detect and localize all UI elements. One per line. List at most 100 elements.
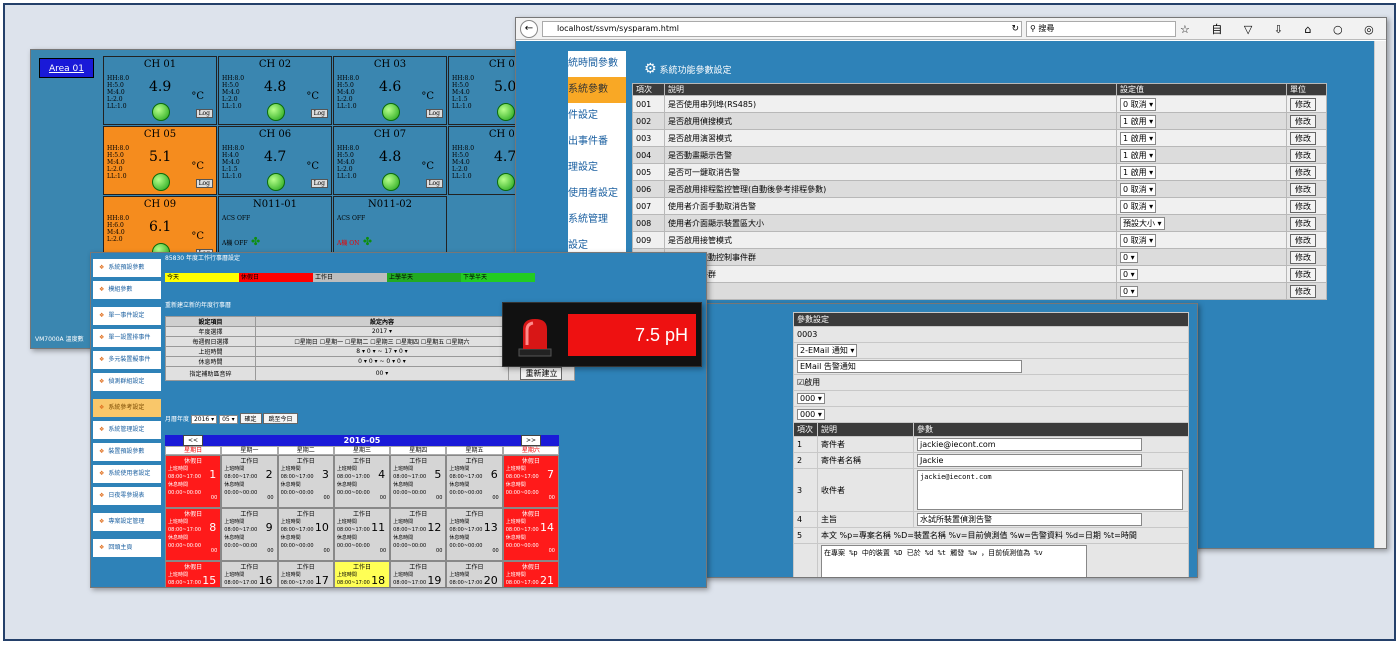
notify-mode-select[interactable]: 2-EMail 通知 ▾ — [797, 344, 858, 357]
setting-select[interactable]: 1 啟用 ▾ — [1120, 165, 1157, 179]
log-button[interactable]: Log — [310, 109, 328, 118]
year-select[interactable]: 2016 ▾ — [190, 415, 218, 424]
confirm-button[interactable]: 確定 — [239, 413, 262, 424]
nav-item[interactable]: ❖ 系統預設參數 — [93, 259, 161, 277]
edit-button[interactable]: 修改 — [1290, 148, 1316, 162]
nav-item[interactable]: ❖ 單一事件設定 — [93, 307, 161, 325]
setting-select[interactable]: 0 取消 ▾ — [1120, 182, 1157, 196]
calendar-day[interactable]: 工作日 9 上班時間 08:00~17:00 休息時間 00:00~00:00 00 — [221, 508, 278, 561]
calendar-day[interactable]: 工作日 11 上班時間 08:00~17:00 休息時間 00:00~00:00 00 — [333, 508, 391, 561]
settings-value[interactable]: 2017 ▾ — [255, 326, 509, 337]
body-textarea[interactable]: 在專案 %p 中的裝置 %D 已於 %d %t 觸發 %w ，目前偵測值為 %v — [821, 545, 1087, 577]
calendar-day[interactable]: 工作日17上班時間08:00~17:00休息時間00:00~00:0000 — [277, 561, 334, 587]
search-input[interactable]: ⚲ 搜尋 — [1026, 21, 1176, 37]
calendar-day[interactable]: 工作日 10 上班時間 08:00~17:00 休息時間 00:00~00:00 00 — [277, 508, 334, 561]
edit-button[interactable]: 修改 — [1290, 131, 1316, 145]
edit-button[interactable]: 修改 — [1290, 267, 1316, 281]
calendar-day[interactable]: 工作日18上班時間08:00~17:00休息時間00:00~00:0000 — [333, 561, 391, 587]
log-button[interactable]: Log — [195, 109, 213, 118]
calendar-day[interactable]: 休假日 14 上班時間 08:00~17:00 休息時間 00:00~00:00 00 — [502, 508, 559, 561]
edit-button[interactable]: 修改 — [1290, 182, 1316, 196]
status-led-icon — [382, 103, 400, 121]
toolbar-icons[interactable]: ☆ 自 ▽ ⇩ ⌂ ○ ◎ ≡ — [1180, 21, 1386, 37]
nav-item[interactable]: ❖ 裝置預設參數 — [93, 443, 161, 461]
area-link[interactable]: Area 01 — [39, 58, 94, 78]
nav-item[interactable]: ❖ 系統使用者設定 — [93, 465, 161, 483]
setting-select[interactable]: 0 取消 ▾ — [1120, 233, 1157, 247]
calendar-day[interactable]: 工作日19上班時間08:00~17:00休息時間00:00~00:0000 — [390, 561, 447, 587]
edit-button[interactable]: 修改 — [1290, 165, 1316, 179]
url-bar[interactable]: localhost/ssvm/sysparam.html ↻ — [542, 21, 1022, 37]
nav-item[interactable]: ❖ 多元裝置擬事件 — [93, 351, 161, 369]
value-select-2[interactable]: 000 ▾ — [797, 409, 825, 420]
calendar-day[interactable]: 休假日 1 上班時間 08:00~17:00 休息時間 00:00~00:00 00 — [165, 455, 222, 508]
edit-button[interactable]: 修改 — [1290, 233, 1316, 247]
subject-input[interactable]: 水試所裝置偵測告警 — [917, 513, 1142, 526]
calendar-day[interactable]: 休假日 8 上班時間 08:00~17:00 休息時間 00:00~00:00 00 — [165, 508, 222, 561]
back-button[interactable]: ← — [520, 20, 538, 38]
sidebar-item[interactable]: 出事件番 — [568, 129, 626, 155]
scrollbar[interactable] — [1374, 41, 1386, 548]
nav-item[interactable]: ❖ 系統參考設定 — [93, 399, 161, 417]
reload-icon[interactable]: ↻ — [1011, 22, 1019, 36]
calendar-day[interactable]: 工作日 4 上班時間 08:00~17:00 休息時間 00:00~00:00 00 — [333, 455, 391, 508]
today-button[interactable]: 跳至今日 — [263, 413, 298, 424]
settings-value[interactable]: ☐星期日 ☐星期一 ☐星期二 ☐星期三 ☐星期四 ☐星期五 ☐星期六 — [255, 336, 509, 347]
nav-item[interactable]: ❖ 日夜零參規表 — [93, 487, 161, 505]
edit-button[interactable]: 修改 — [1290, 284, 1316, 298]
sidebar-item[interactable]: 使用者設定 — [568, 181, 626, 207]
nav-item[interactable]: ❖ 模組參數 — [93, 281, 161, 299]
sidebar-item[interactable]: 理設定 — [568, 155, 626, 181]
calendar-day[interactable]: 工作日 12 上班時間 08:00~17:00 休息時間 00:00~00:00 00 — [390, 508, 447, 561]
calendar-day[interactable]: 休假日 7 上班時間 08:00~17:00 休息時間 00:00~00:00 00 — [502, 455, 559, 508]
setting-select[interactable]: 0 取消 ▾ — [1120, 97, 1157, 111]
calendar-day[interactable]: 工作日 2 上班時間 08:00~17:00 休息時間 00:00~00:00 00 — [221, 455, 278, 508]
settings-value[interactable]: 0 ▾ 0 ▾ ~ 0 ▾ 0 ▾ — [255, 356, 509, 367]
calendar-day[interactable]: 休假日15上班時間08:00~17:00休息時間00:00~00:0000 — [165, 561, 222, 587]
calendar-day[interactable]: 工作日16上班時間08:00~17:00休息時間00:00~00:0000 — [221, 561, 278, 587]
sidebar-item[interactable]: 件設定 — [568, 103, 626, 129]
nav-item[interactable]: ❖ 系統管理設定 — [93, 421, 161, 439]
nav-item[interactable]: ❖ 回頭主頁 — [93, 539, 161, 557]
log-button[interactable]: Log — [425, 179, 443, 188]
setting-select[interactable]: 0 取消 ▾ — [1120, 199, 1157, 213]
calendar-day[interactable]: 工作日20上班時間08:00~17:00休息時間00:00~00:0000 — [446, 561, 503, 587]
sidebar-item[interactable]: 系統參數 — [568, 77, 626, 103]
setting-select[interactable]: 0 ▾ — [1120, 251, 1138, 263]
month-select[interactable]: 05 ▾ — [219, 415, 238, 424]
sender-input[interactable]: jackie@iecont.com — [917, 438, 1142, 451]
rebuild-button[interactable]: 重新建立 — [520, 367, 563, 380]
log-button[interactable]: Log — [425, 109, 443, 118]
calendar-day[interactable]: 工作日 13 上班時間 08:00~17:00 休息時間 00:00~00:00 00 — [446, 508, 503, 561]
nav-item[interactable]: ❖ 專案設定管理 — [93, 513, 161, 531]
setting-select[interactable]: 0 ▾ — [1120, 268, 1138, 280]
setting-select[interactable]: 0 ▾ — [1120, 285, 1138, 297]
edit-button[interactable]: 修改 — [1290, 250, 1316, 264]
log-button[interactable]: Log — [195, 179, 213, 188]
edit-button[interactable]: 修改 — [1290, 216, 1316, 230]
nav-item[interactable]: ❖ 單一設置排事件 — [93, 329, 161, 347]
setting-select[interactable]: 1 啟用 ▾ — [1120, 148, 1157, 162]
edit-button[interactable]: 修改 — [1290, 114, 1316, 128]
setting-select[interactable]: 1 啟用 ▾ — [1120, 131, 1157, 145]
setting-select[interactable]: 預設大小 ▾ — [1120, 216, 1165, 230]
value-select-1[interactable]: 000 ▾ — [797, 393, 825, 404]
edit-button[interactable]: 修改 — [1290, 97, 1316, 111]
calendar-day[interactable]: 休假日21上班時間08:00~17:00休息時間00:00~00:0000 — [502, 561, 559, 587]
settings-value[interactable]: 00 ▾ — [255, 366, 509, 381]
recipient-textarea[interactable]: jackie@iecont.com — [917, 470, 1183, 510]
prev-month-button[interactable]: << — [183, 435, 203, 446]
sidebar-item[interactable]: 系統管理 — [568, 207, 626, 233]
settings-value[interactable]: 8 ▾ 0 ▾ ~ 17 ▾ 0 ▾ — [255, 346, 509, 357]
notify-title-input[interactable]: EMail 告警通知 — [797, 360, 1022, 373]
nav-item[interactable]: ❖ 偵測群組設定 — [93, 373, 161, 391]
edit-button[interactable]: 修改 — [1290, 199, 1316, 213]
setting-select[interactable]: 1 啟用 ▾ — [1120, 114, 1157, 128]
log-button[interactable]: Log — [310, 179, 328, 188]
calendar-day[interactable]: 工作日 5 上班時間 08:00~17:00 休息時間 00:00~00:00 00 — [390, 455, 447, 508]
calendar-day[interactable]: 工作日 3 上班時間 08:00~17:00 休息時間 00:00~00:00 00 — [277, 455, 334, 508]
sender-name-input[interactable]: Jackie — [917, 454, 1142, 467]
next-month-button[interactable]: >> — [521, 435, 541, 446]
calendar-day[interactable]: 工作日 6 上班時間 08:00~17:00 休息時間 00:00~00:00 00 — [446, 455, 503, 508]
sidebar-item[interactable]: 統時間參數 — [568, 51, 626, 77]
